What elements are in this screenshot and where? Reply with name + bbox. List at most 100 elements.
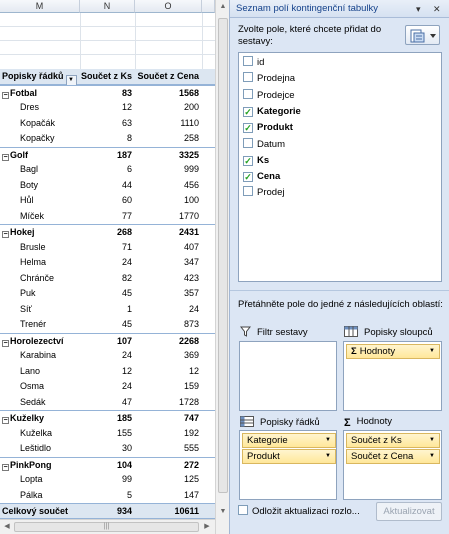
rows-chip-kategorie[interactable]: Kategorie ▼	[242, 433, 336, 448]
field-list-layout-button[interactable]	[405, 25, 440, 45]
pivot-grand-total-row[interactable]: Celkový součet 934 10611	[0, 503, 215, 519]
pivot-group-row[interactable]: − PinkPong 104 272	[0, 456, 215, 473]
pivot-item-row[interactable]: Kopačák 63 1110	[0, 116, 215, 132]
sigma-icon: Σ	[351, 346, 357, 357]
filter-drop-area[interactable]	[239, 341, 337, 411]
vertical-scroll-thumb[interactable]	[218, 18, 228, 493]
field-checkbox[interactable]	[243, 72, 253, 83]
chevron-down-icon[interactable]: ▼	[429, 450, 435, 463]
field-checkbox-checked[interactable]: ✓	[243, 155, 253, 166]
columns-drop-area[interactable]: Σ Hodnoty ▼	[343, 341, 442, 411]
columns-chip-hodnoty[interactable]: Σ Hodnoty ▼	[346, 344, 440, 359]
pivot-item-row[interactable]: Bagl 6 999	[0, 162, 215, 178]
item-name: Sedák	[20, 396, 46, 407]
values-chip-soucet-ks[interactable]: Součet z Ks ▼	[346, 433, 440, 448]
pivot-item-row[interactable]: Osma 24 159	[0, 379, 215, 395]
pivot-item-row[interactable]: Chránče 82 423	[0, 271, 215, 287]
horizontal-scroll-thumb[interactable]: |||	[14, 522, 199, 532]
pivot-item-row[interactable]: Kuželka 155 192	[0, 426, 215, 442]
item-ks: 82	[121, 272, 132, 283]
panel-menu-icon[interactable]: ▾	[416, 0, 421, 18]
item-name: Pálka	[20, 489, 43, 500]
vertical-scrollbar[interactable]: ▲ ▼	[215, 0, 229, 534]
columns-area-header: Popisky sloupců	[344, 326, 433, 339]
field-checkbox[interactable]	[243, 88, 253, 99]
item-name: Karabina	[20, 350, 57, 360]
pivot-item-row[interactable]: Brusle 71 407	[0, 240, 215, 256]
pivot-item-row[interactable]: Leštidlo 30 555	[0, 441, 215, 457]
close-icon[interactable]: ✕	[433, 0, 441, 18]
pivot-item-row[interactable]: Sedák 47 1728	[0, 395, 215, 411]
field-item[interactable]: Prodejce	[243, 88, 295, 103]
column-header-m[interactable]: M	[0, 0, 80, 13]
scroll-right-arrow-icon[interactable]: ▶	[200, 520, 214, 534]
pivot-item-row[interactable]: Boty 44 456	[0, 178, 215, 194]
horizontal-scrollbar[interactable]: ◀ ||| ▶	[0, 519, 215, 534]
field-checkbox[interactable]	[243, 56, 253, 66]
defer-update-checkbox[interactable]	[238, 505, 248, 515]
field-item[interactable]: ✓ Ks	[243, 153, 269, 168]
group-name: Horolezectví	[10, 335, 64, 346]
pivot-item-row[interactable]: Síť 1 24	[0, 302, 215, 318]
pivot-item-row[interactable]: Trenér 45 873	[0, 317, 215, 333]
pivot-item-row[interactable]: Kopačky 8 258	[0, 131, 215, 147]
collapse-icon[interactable]: −	[2, 339, 9, 347]
pivot-item-row[interactable]: Dres 12 200	[0, 100, 215, 116]
chevron-down-icon[interactable]: ▼	[429, 345, 435, 358]
spreadsheet-grid[interactable]: M N O Popisky řádků ▼ Součet z Ks Součet z …	[0, 0, 215, 534]
update-button[interactable]: Aktualizovat	[376, 502, 442, 521]
collapse-icon[interactable]: −	[2, 463, 9, 471]
field-checkbox-checked[interactable]: ✓	[243, 106, 253, 117]
values-chip-soucet-cena[interactable]: Součet z Cena ▼	[346, 449, 440, 464]
scroll-up-arrow-icon[interactable]: ▲	[216, 0, 230, 14]
pivot-item-row[interactable]: Pálka 5 147	[0, 488, 215, 504]
field-item[interactable]: Prodej	[243, 185, 284, 200]
pivot-header-row[interactable]: Popisky řádků ▼ Součet z Ks Součet z Cena	[0, 69, 215, 85]
pivot-item-row[interactable]: Helma 24 347	[0, 255, 215, 271]
empty-cells[interactable]	[0, 13, 215, 69]
field-checkbox[interactable]	[243, 186, 253, 197]
column-header-o[interactable]: O	[135, 0, 202, 13]
field-item[interactable]: ✓ Produkt	[243, 120, 293, 135]
row-filter-dropdown-icon[interactable]: ▼	[65, 75, 77, 85]
collapse-icon[interactable]: −	[2, 231, 9, 238]
chevron-down-icon[interactable]: ▼	[429, 434, 435, 447]
field-item[interactable]: ✓ Kategorie	[243, 104, 301, 119]
collapse-icon[interactable]: −	[2, 91, 9, 99]
scroll-left-arrow-icon[interactable]: ◀	[0, 520, 14, 534]
pivot-item-row[interactable]: Hůl 60 100	[0, 193, 215, 209]
pivot-item-row[interactable]: Puk 45 357	[0, 286, 215, 302]
field-item[interactable]: id	[243, 55, 264, 70]
field-item[interactable]: Datum	[243, 137, 285, 152]
scroll-down-arrow-icon[interactable]: ▼	[216, 505, 230, 519]
item-cena: 1110	[180, 117, 199, 128]
pivot-group-row[interactable]: − Hokej 268 2431	[0, 224, 215, 240]
pivot-item-row[interactable]: Míček 77 1770	[0, 209, 215, 225]
group-name: Kuželky	[10, 413, 45, 423]
chevron-down-icon[interactable]: ▼	[325, 450, 331, 463]
field-item[interactable]: Prodejna	[243, 71, 295, 86]
field-item[interactable]: ✓ Cena	[243, 169, 280, 184]
rows-chip-produkt[interactable]: Produkt ▼	[242, 449, 336, 464]
pivot-item-row[interactable]: Lopta 99 125	[0, 472, 215, 488]
pivot-item-row[interactable]: Karabina 24 369	[0, 348, 215, 364]
pivot-item-row[interactable]: Lano 12 12	[0, 364, 215, 380]
collapse-icon[interactable]: −	[2, 153, 9, 161]
panel-splitter[interactable]	[230, 290, 449, 293]
values-drop-area[interactable]: Součet z Ks ▼ Součet z Cena ▼	[343, 430, 442, 500]
pivot-group-row[interactable]: − Horolezectví 107 2268	[0, 332, 215, 349]
field-checkbox[interactable]	[243, 137, 253, 148]
pivot-group-row[interactable]: − Kuželky 185 747	[0, 410, 215, 426]
collapse-icon[interactable]: −	[2, 417, 9, 424]
pivot-group-row[interactable]: − Fotbal 83 1568	[0, 84, 215, 101]
column-header-extra[interactable]	[202, 0, 215, 13]
panel-title-bar[interactable]: Seznam polí kontingenční tabulky ▾ ✕	[230, 0, 449, 18]
item-name: Trenér	[20, 319, 47, 329]
rows-drop-area[interactable]: Kategorie ▼ Produkt ▼	[239, 430, 337, 500]
chevron-down-icon[interactable]: ▼	[325, 434, 331, 447]
pivot-group-row[interactable]: − Golf 187 3325	[0, 146, 215, 163]
column-header-n[interactable]: N	[80, 0, 135, 13]
field-checkbox-checked[interactable]: ✓	[243, 123, 253, 134]
field-checkbox-checked[interactable]: ✓	[243, 172, 253, 183]
item-name: Kopačky	[20, 133, 55, 143]
